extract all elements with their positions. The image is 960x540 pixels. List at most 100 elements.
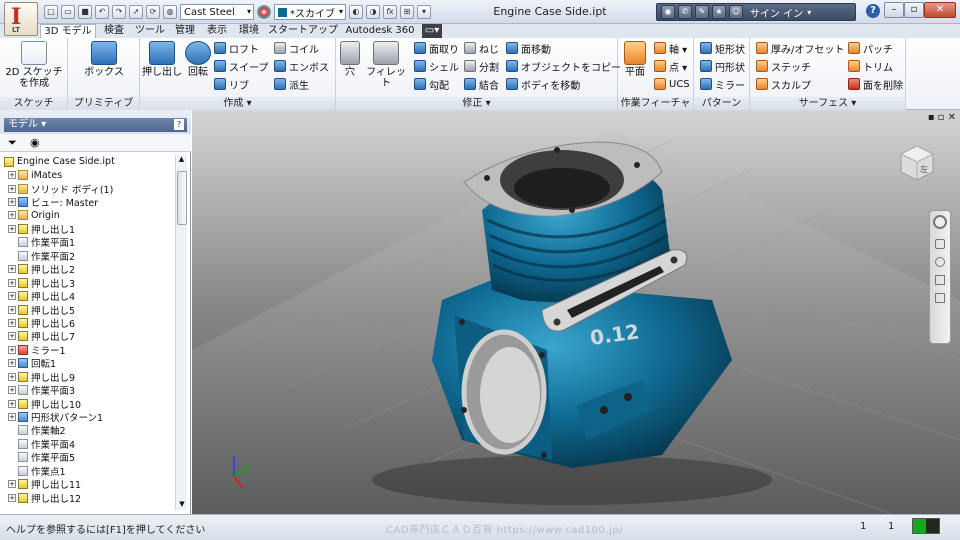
panel-create-label[interactable]: 作成 ▾ [140, 97, 335, 110]
expand-icon[interactable]: + [8, 372, 16, 381]
sculpt-button[interactable]: スカルプ [756, 76, 811, 92]
favorites-star-icon[interactable]: ★ [712, 5, 726, 19]
stitch-button[interactable]: ステッチ [756, 58, 811, 74]
panel-modify-label[interactable]: 修正 ▾ [336, 97, 617, 110]
expand-icon[interactable]: + [8, 198, 16, 207]
material-select[interactable]: Cast Steel ▾ [180, 4, 254, 20]
expand-icon[interactable]: + [8, 493, 16, 502]
tree-item[interactable]: + 押し出し1 [4, 222, 174, 236]
loft-button[interactable]: ロフト [214, 40, 259, 56]
pan-icon[interactable] [935, 239, 945, 249]
tree-item[interactable]: 作業平面1 [4, 236, 174, 249]
tree-item[interactable]: + 押し出し11 [4, 478, 174, 491]
split-button[interactable]: 分割 [464, 58, 499, 74]
measure-icon[interactable]: ⊞ [400, 5, 414, 19]
tab-manage[interactable]: 管理 [170, 24, 200, 38]
fillet-button[interactable]: フィレット [362, 41, 410, 89]
scroll-down-icon[interactable]: ▼ [176, 500, 188, 510]
move-body-button[interactable]: ボディを移動 [506, 76, 580, 92]
parameters-icon[interactable]: fx [383, 5, 397, 19]
filter-icon[interactable]: ⏷ [8, 136, 17, 150]
expand-icon[interactable]: + [8, 318, 16, 327]
minimize-button[interactable]: – [884, 2, 904, 18]
expand-icon[interactable]: + [8, 184, 16, 193]
new-file-icon[interactable]: □ [44, 5, 58, 19]
shell-button[interactable]: シェル [414, 58, 459, 74]
tree-item[interactable]: 作業平面4 [4, 437, 174, 451]
clear-appearance-icon[interactable]: ◑ [366, 5, 380, 19]
box-button[interactable]: ボックス [76, 41, 132, 78]
tab-view[interactable]: 表示 [202, 24, 232, 38]
undo-icon[interactable]: ↶ [95, 5, 109, 19]
help-button[interactable]: ? [866, 4, 880, 18]
expand-icon[interactable]: + [8, 292, 16, 301]
tree-item[interactable]: + 押し出し3 [4, 276, 174, 290]
copy-object-button[interactable]: オブジェクトをコピー [506, 58, 621, 74]
tree-item[interactable]: + 回転1 [4, 357, 174, 370]
combine-button[interactable]: 結合 [464, 76, 499, 92]
draft-button[interactable]: 勾配 [414, 76, 449, 92]
orbit-icon[interactable] [935, 275, 945, 285]
steering-wheel-icon[interactable] [933, 215, 947, 229]
tree-item[interactable]: + iMates [4, 168, 174, 181]
tab-3d-model[interactable]: 3D モデル [40, 24, 96, 39]
tree-scrollbar[interactable]: ▲ ▼ [175, 155, 187, 510]
patch-button[interactable]: パッチ [848, 40, 893, 56]
expand-icon[interactable]: + [8, 278, 16, 287]
appearance-ball-icon[interactable] [257, 5, 271, 19]
zoom-icon[interactable] [935, 257, 945, 267]
mirror-button[interactable]: ミラー [700, 76, 745, 92]
select-icon[interactable]: ➚ [129, 5, 143, 19]
sweep-button[interactable]: スイープ [214, 58, 268, 74]
chevron-down-icon[interactable]: ▾ [807, 8, 811, 17]
customize-qat-icon[interactable]: ▾ [417, 5, 431, 19]
communication-center-icon[interactable]: ✆ [678, 5, 692, 19]
graphics-viewport[interactable]: 0.12 ▪ ▫ ✕ 左 [192, 110, 960, 514]
tree-item[interactable]: + 押し出し6 [4, 316, 174, 330]
delete-face-button[interactable]: 面を削除 [848, 76, 903, 92]
tree-item[interactable]: 作業平面5 [4, 451, 174, 464]
expand-icon[interactable]: + [8, 399, 16, 408]
tree-item[interactable]: + ソリッド ボディ(1) [4, 182, 174, 196]
thread-button[interactable]: ねじ [464, 40, 499, 56]
expand-icon[interactable]: + [8, 171, 16, 180]
panel-surface-label[interactable]: サーフェス ▾ [750, 97, 905, 110]
expand-icon[interactable]: + [8, 359, 16, 368]
expand-icon[interactable]: + [8, 211, 16, 220]
expand-icon[interactable]: + [8, 265, 16, 274]
circ-pattern-button[interactable]: 円形状 [700, 58, 745, 74]
expand-icon[interactable]: + [8, 224, 16, 233]
material-globe-icon[interactable]: ◍ [163, 5, 177, 19]
axis-button[interactable]: 軸 ▾ [654, 40, 687, 56]
tree-item[interactable]: Engine Case Side.ipt [4, 155, 174, 168]
viewport-window-controls[interactable]: ▪ ▫ ✕ [928, 112, 956, 123]
tab-autodesk-360[interactable]: Autodesk 360 [342, 24, 418, 38]
derive-button[interactable]: 派生 [274, 76, 309, 92]
tree-item[interactable]: 作業点1 [4, 464, 174, 478]
save-icon[interactable]: ■ [78, 5, 92, 19]
chamfer-button[interactable]: 面取り [414, 40, 459, 56]
sign-in-link[interactable]: サイン イン [750, 5, 803, 20]
tree-item[interactable]: + 円形状パターン1 [4, 410, 174, 424]
expand-icon[interactable]: + [8, 305, 16, 314]
binoculars-icon[interactable]: ◉ [661, 5, 675, 19]
user-icon[interactable]: ☺ [729, 5, 743, 19]
open-file-icon[interactable]: ▭ [61, 5, 75, 19]
tree-item[interactable]: 作業軸2 [4, 424, 174, 437]
trim-button[interactable]: トリム [848, 58, 893, 74]
tree-item[interactable]: + Origin [4, 209, 174, 222]
look-at-icon[interactable] [935, 293, 945, 303]
redo-icon[interactable]: ↷ [112, 5, 126, 19]
close-button[interactable]: ✕ [924, 2, 956, 18]
tab-get-started[interactable]: スタートアップ [266, 24, 340, 38]
tree-item[interactable]: + 押し出し9 [4, 370, 174, 384]
browser-help-icon[interactable]: ? [174, 119, 184, 130]
expand-icon[interactable]: + [8, 480, 16, 489]
tree-item[interactable]: + ビュー: Master [4, 195, 174, 209]
tree-item[interactable]: + ミラー1 [4, 343, 174, 357]
ribbon-options-icon[interactable]: ▭▾ [422, 24, 442, 38]
coil-button[interactable]: コイル [274, 40, 319, 56]
application-menu-button[interactable]: I LT [4, 2, 38, 36]
expand-icon[interactable]: + [8, 413, 16, 422]
thicken-offset-button[interactable]: 厚み/オフセット [756, 40, 844, 56]
